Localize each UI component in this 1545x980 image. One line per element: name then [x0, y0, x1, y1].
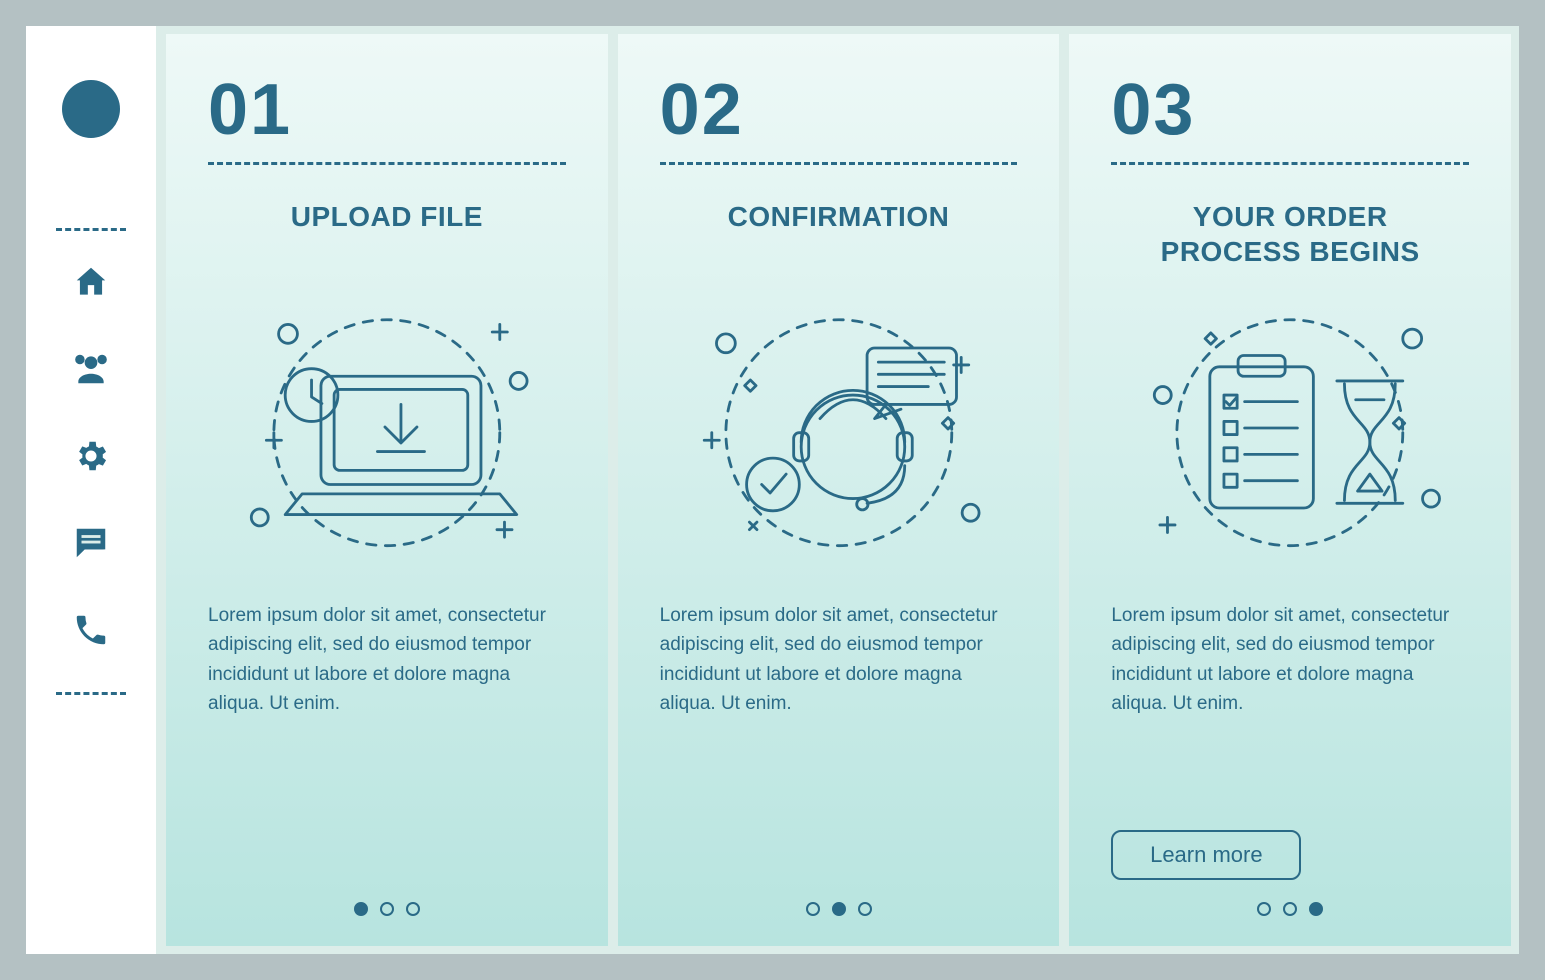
support-illustration-icon [660, 273, 1018, 583]
step-number: 02 [660, 74, 1018, 146]
card-order-process: 03 YOUR ORDER PROCESS BEGINS [1069, 34, 1511, 946]
card-body: Lorem ipsum dolor sit amet, consectetur … [660, 601, 1018, 880]
pager-dot[interactable] [806, 902, 820, 916]
card-body: Lorem ipsum dolor sit amet, consectetur … [1111, 601, 1469, 820]
phone-icon[interactable] [72, 611, 110, 654]
divider [208, 162, 566, 165]
divider [660, 162, 1018, 165]
pager-dot[interactable] [354, 902, 368, 916]
card-upload-file: 01 UPLOAD FILE [166, 34, 608, 946]
users-icon[interactable] [72, 350, 110, 393]
pager-dot[interactable] [1257, 902, 1271, 916]
divider [56, 692, 126, 695]
card-body: Lorem ipsum dolor sit amet, consectetur … [208, 601, 566, 880]
pager [1111, 902, 1469, 916]
pager-dot[interactable] [832, 902, 846, 916]
pager-dot[interactable] [858, 902, 872, 916]
pager-dot[interactable] [1283, 902, 1297, 916]
cards-row: 01 UPLOAD FILE [166, 26, 1519, 954]
card-title: CONFIRMATION [660, 199, 1018, 273]
upload-illustration-icon [208, 273, 566, 583]
learn-more-button[interactable]: Learn more [1111, 830, 1301, 880]
pager [660, 902, 1018, 916]
home-icon[interactable] [72, 263, 110, 306]
divider [56, 228, 126, 231]
pager-dot[interactable] [1309, 902, 1323, 916]
chat-icon[interactable] [72, 524, 110, 567]
step-number: 03 [1111, 74, 1469, 146]
logo-dot-icon [62, 80, 120, 138]
sidebar-nav [72, 263, 110, 654]
pager-dot[interactable] [406, 902, 420, 916]
card-title: YOUR ORDER PROCESS BEGINS [1111, 199, 1469, 273]
step-number: 01 [208, 74, 566, 146]
sidebar [26, 26, 156, 954]
pager [208, 902, 566, 916]
card-title: UPLOAD FILE [208, 199, 566, 273]
gear-icon[interactable] [72, 437, 110, 480]
divider [1111, 162, 1469, 165]
pager-dot[interactable] [380, 902, 394, 916]
process-illustration-icon [1111, 273, 1469, 583]
onboarding-frame: 01 UPLOAD FILE [26, 26, 1519, 954]
card-confirmation: 02 CONFIRMATION [618, 34, 1060, 946]
